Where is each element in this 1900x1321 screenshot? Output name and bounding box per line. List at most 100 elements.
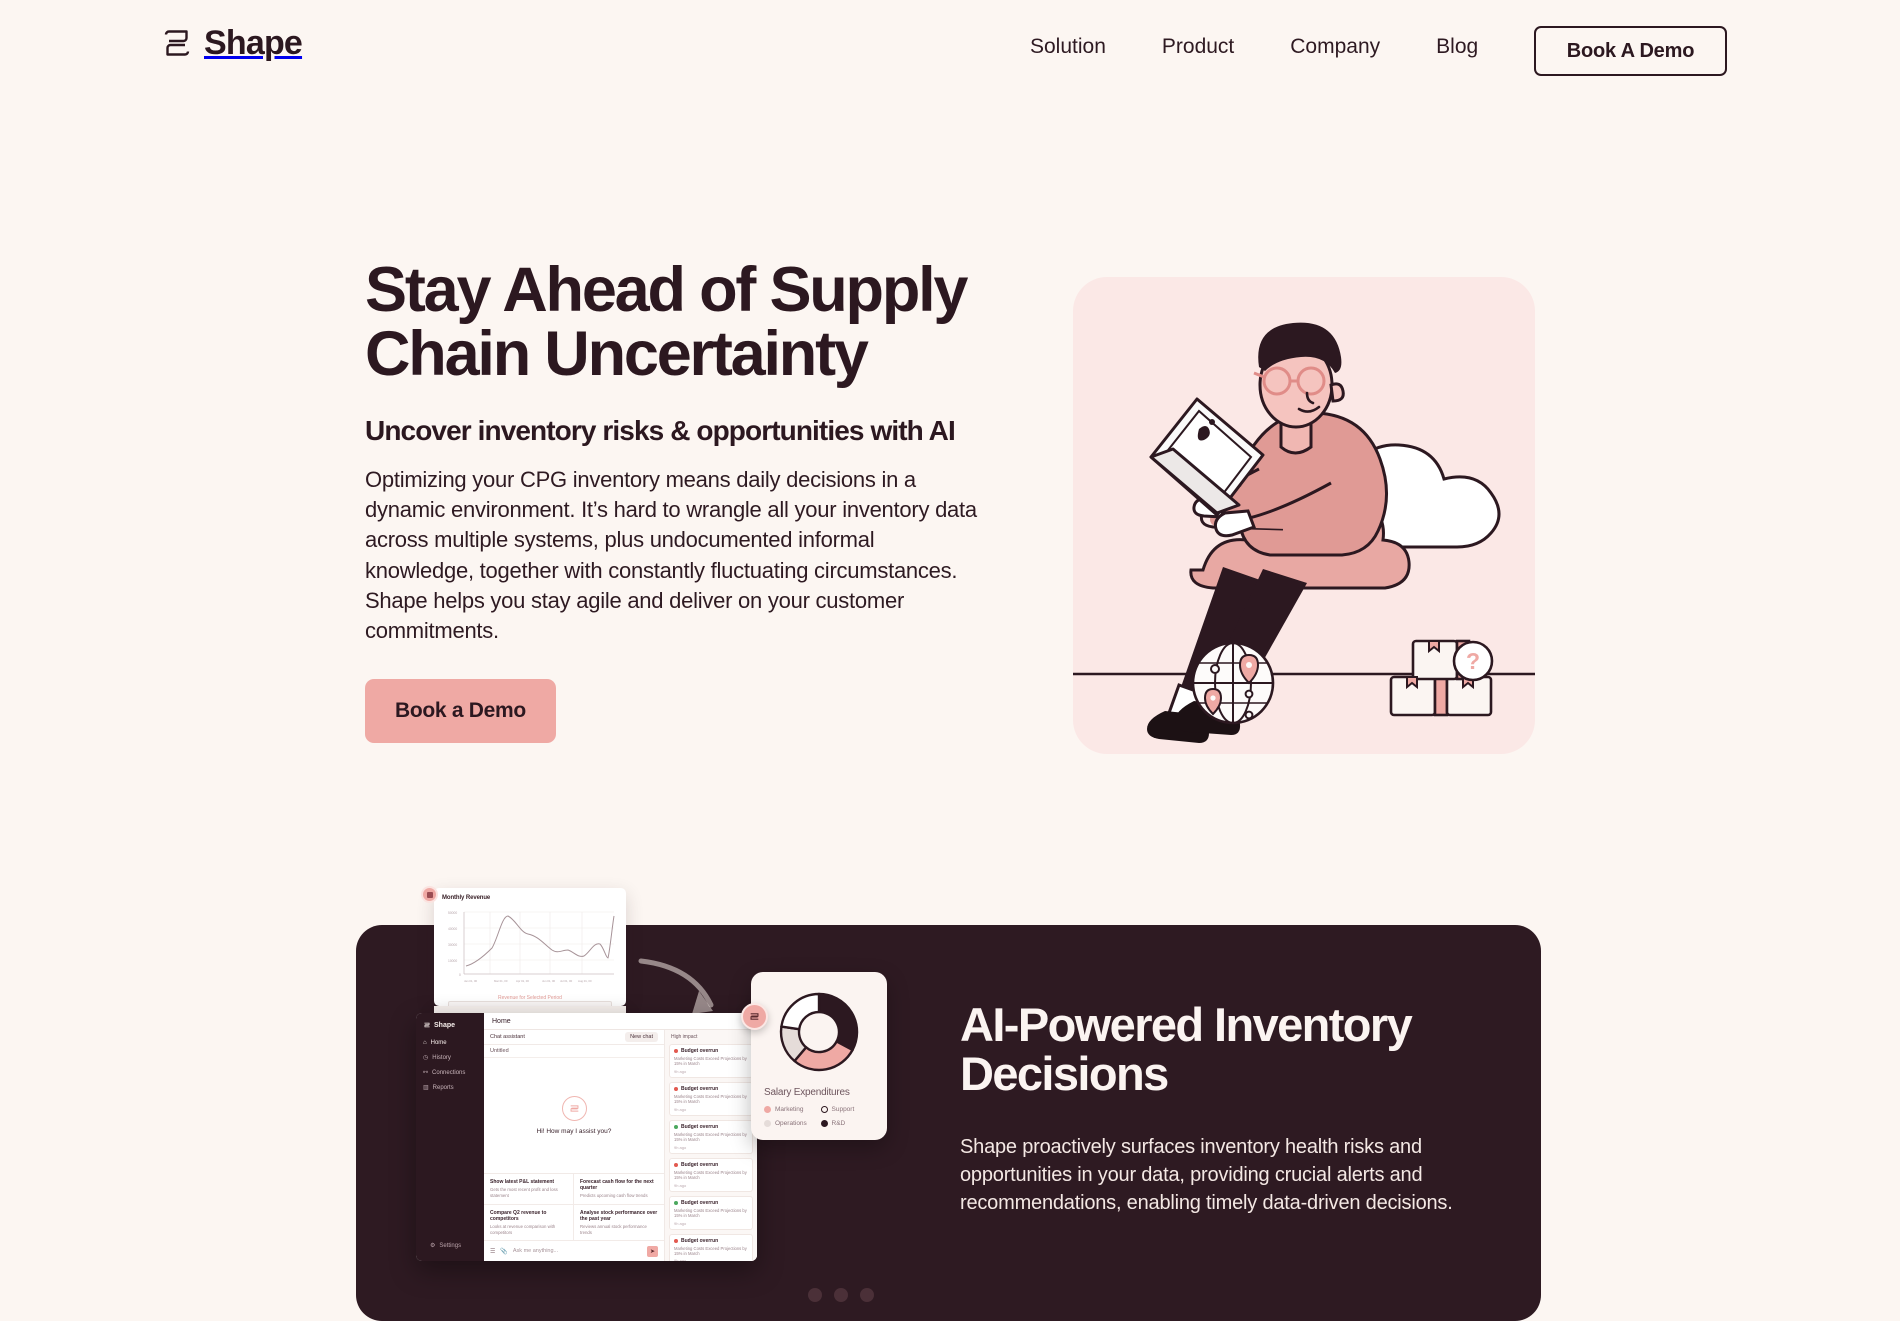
reports-icon: ▥ <box>423 1085 429 1091</box>
legend-label: Operations <box>775 1120 807 1127</box>
sidebar-item-history[interactable]: ◷ History <box>423 1054 477 1062</box>
alert-description: Marketing Costs Exceed Projections by 15… <box>674 1093 747 1105</box>
legend-item-operations: Operations <box>764 1120 818 1127</box>
alert-card[interactable]: Budget overrun Marketing Costs Exceed Pr… <box>669 1119 753 1154</box>
hero-body-text: Optimizing your CPG inventory means dail… <box>365 466 977 644</box>
severity-dot-icon <box>674 1200 678 1205</box>
hero-subtitle: Uncover inventory risks & opportunities … <box>365 414 956 446</box>
svg-text:Apr 01, 00: Apr 01, 00 <box>516 979 529 983</box>
alert-description: Marketing Costs Exceed Projections by 15… <box>674 1169 747 1181</box>
svg-text:50000: 50000 <box>448 911 457 915</box>
chat-input[interactable]: Ask me anything... <box>513 1248 642 1254</box>
svg-text:40000: 40000 <box>448 927 457 931</box>
chat-suggestion-card[interactable]: Forecast cash flow for the next quarter … <box>574 1174 664 1205</box>
alert-badge-icon <box>421 886 438 903</box>
shape-logo-badge-icon <box>741 1003 768 1030</box>
suggestion-title: Forecast cash flow for the next quarter <box>580 1178 654 1192</box>
alert-card[interactable]: Budget overrun Marketing Costs Exceed Pr… <box>669 1233 753 1261</box>
app-sidebar: Shape ⌂ Home ◷ History ⚯ Connections ▥ R… <box>416 1013 484 1261</box>
svg-text:Jul 01, 00: Jul 01, 00 <box>560 979 573 983</box>
sidebar-item-label: Connections <box>432 1069 466 1076</box>
page-title: Stay Ahead of Supply Chain Uncertainty <box>365 258 1025 387</box>
sidebar-item-label: History <box>432 1054 451 1061</box>
chat-empty-state: Hi! How may I assist you? <box>484 1058 664 1173</box>
carousel-dot-3[interactable] <box>860 1288 874 1302</box>
sidebar-item-label: Settings <box>439 1242 462 1249</box>
chat-suggestion-card[interactable]: Show latest P&L statement Gets the most … <box>484 1173 574 1205</box>
alert-card[interactable]: Budget overrun Marketing Costs Exceed Pr… <box>669 1044 753 1078</box>
brand-logo-link[interactable]: Shape <box>160 26 303 60</box>
chat-suggestion-card[interactable]: Analyse stock performance over the past … <box>574 1205 664 1241</box>
revenue-chart-mockup: Monthly Revenue 50000 40000 30000 10000 … <box>434 888 626 1006</box>
nav-link-blog[interactable]: Blog <box>1436 36 1478 57</box>
site-header: Shape Solution Product Company Blog Book… <box>0 0 1900 88</box>
alert-card[interactable]: Budget overrun Marketing Costs Exceed Pr… <box>669 1195 753 1230</box>
feature-body-text: Shape proactively surfaces inventory hea… <box>960 1135 1453 1215</box>
carousel-dot-2[interactable] <box>834 1288 848 1302</box>
sidebar-item-settings[interactable]: ⚙ Settings <box>430 1242 462 1250</box>
feature-title-line-1: AI-Powered Inventory <box>960 998 1413 1051</box>
svg-text:10000: 10000 <box>448 959 457 963</box>
alert-card[interactable]: Budget overrun Marketing Costs Exceed Pr… <box>669 1157 753 1192</box>
legend-item-support: Support <box>820 1106 875 1113</box>
shape-logo-icon <box>561 1095 587 1121</box>
svg-text:30000: 30000 <box>448 943 457 947</box>
svg-text:Jun 01, 00: Jun 01, 00 <box>542 979 556 983</box>
alert-title: Budget overrun <box>681 1161 719 1168</box>
sidebar-item-label: Reports <box>432 1084 454 1091</box>
chat-assistant-header: Chat assistant New chat <box>484 1030 664 1045</box>
app-main-area: Home Chat assistant New chat Untitled Hi… <box>484 1013 757 1261</box>
alert-description: Marketing Costs Exceed Projections by 15… <box>674 1131 747 1143</box>
alert-card[interactable]: Budget overrun Marketing Costs Exceed Pr… <box>669 1081 753 1116</box>
legend-label: R&D <box>831 1120 846 1127</box>
legend-item-rd: R&D <box>820 1120 875 1127</box>
chat-suggestion-card[interactable]: Compare Q2 revenue to competitors Looks … <box>484 1204 574 1241</box>
nav-link-company[interactable]: Company <box>1290 36 1380 57</box>
nav-link-product[interactable]: Product <box>1162 36 1234 57</box>
legend-swatch-icon <box>764 1120 771 1127</box>
alert-title: Budget overrun <box>681 1237 719 1244</box>
alerts-panel-title: High impact <box>671 1034 698 1040</box>
svg-text:Aug 01, 00: Aug 01, 00 <box>578 979 592 983</box>
svg-text:Jan 01, 00: Jan 01, 00 <box>464 979 478 983</box>
revenue-line-chart: 50000 40000 30000 10000 0 Jan 01, 00 Mar… <box>448 911 615 983</box>
donut-chart-title: Salary Expenditures <box>764 1087 850 1098</box>
severity-dot-icon <box>674 1162 678 1167</box>
legend-label: Support <box>831 1106 855 1113</box>
chat-thread-title[interactable]: Untitled <box>484 1045 664 1058</box>
suggestion-description: Reviews annual stock performance trends <box>580 1224 647 1235</box>
feature-text-block: AI-Powered Inventory Decisions Shape pro… <box>960 1000 1490 1218</box>
carousel-dot-1[interactable] <box>808 1288 822 1302</box>
new-chat-button[interactable]: New chat <box>625 1032 658 1042</box>
hero-book-a-demo-button[interactable]: Book a Demo <box>365 678 556 743</box>
attachment-icon[interactable]: 📎 <box>500 1248 507 1255</box>
revenue-chart-title: Monthly Revenue <box>442 895 491 901</box>
alert-title: Budget overrun <box>681 1123 719 1130</box>
feature-title: AI-Powered Inventory Decisions <box>960 1000 1490 1099</box>
header-book-a-demo-button[interactable]: Book A Demo <box>1534 26 1727 76</box>
severity-dot-icon <box>674 1086 678 1091</box>
sidebar-item-home[interactable]: ⌂ Home <box>423 1040 477 1046</box>
severity-dot-icon <box>674 1238 678 1243</box>
sidebar-item-reports[interactable]: ▥ Reports <box>423 1084 477 1092</box>
nav-link-solution[interactable]: Solution <box>1030 36 1106 57</box>
suggestion-description: Looks at revenue comparison with competi… <box>490 1224 556 1235</box>
send-icon[interactable]: ➤ <box>647 1245 658 1257</box>
alert-timestamp: 9h ago <box>674 1144 687 1150</box>
legend-swatch-icon <box>764 1106 771 1113</box>
legend-swatch-icon <box>820 1106 828 1113</box>
hero-section: Stay Ahead of Supply Chain Uncertainty U… <box>365 258 1025 743</box>
alert-timestamp: 9h ago <box>674 1258 687 1261</box>
alert-description: Marketing Costs Exceed Projections by 15… <box>674 1245 747 1256</box>
hero-title-line-2: Chain Uncertainty <box>365 319 869 390</box>
sidebar-item-connections[interactable]: ⚯ Connections <box>423 1069 477 1077</box>
legend-swatch-icon <box>820 1120 828 1127</box>
menu-icon[interactable]: ☰ <box>490 1248 495 1255</box>
chat-suggestions-grid: Show latest P&L statement Gets the most … <box>484 1172 664 1241</box>
app-sidebar-brand-label: Shape <box>434 1021 456 1029</box>
alert-title: Budget overrun <box>681 1048 719 1054</box>
alert-title: Budget overrun <box>681 1085 719 1092</box>
alert-timestamp: 9h ago <box>674 1182 687 1188</box>
suggestion-description: Predicts upcoming cash flow trends <box>580 1193 648 1199</box>
suggestion-title: Analyse stock performance over the past … <box>580 1209 658 1223</box>
